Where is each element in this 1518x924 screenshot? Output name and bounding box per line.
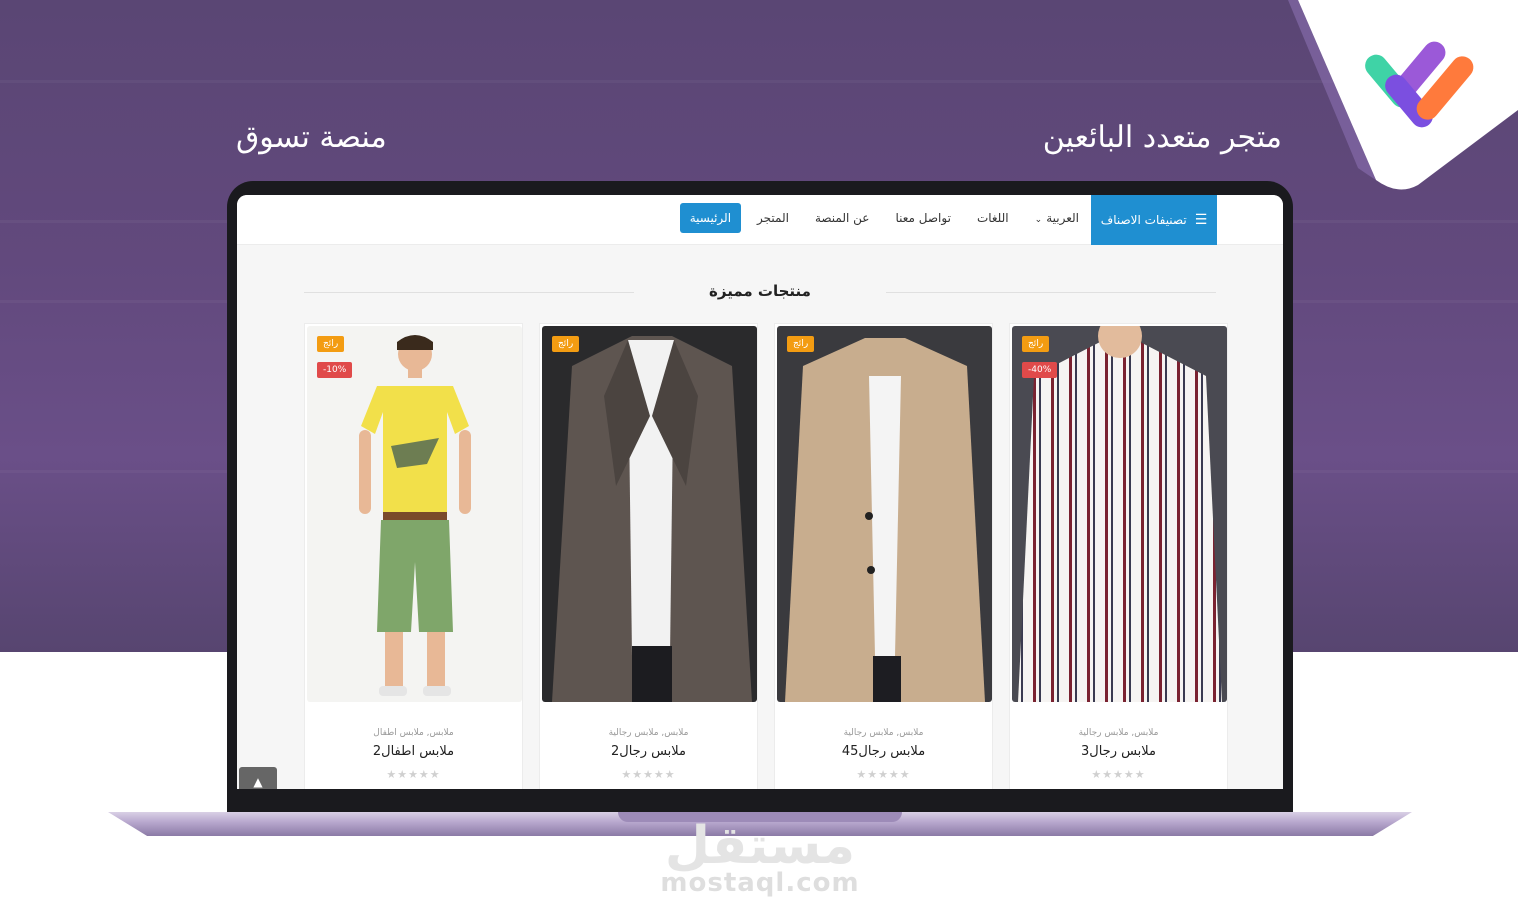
product-name[interactable]: ملابس رجال2 [540, 744, 757, 759]
product-name[interactable]: ملابس رجال3 [1010, 744, 1227, 759]
product-category[interactable]: ملابس, ملابس رجالية [775, 728, 992, 738]
product-image[interactable]: رائج [542, 326, 757, 702]
nav-item-arabic-dropdown[interactable]: العربية⌄ [1025, 203, 1089, 233]
product-name[interactable]: ملابس رجال45 [775, 744, 992, 759]
top-navbar: ☰ تصنيفات الاصناف الرئيسية المتجر عن الم… [237, 195, 1283, 245]
product-card[interactable]: رائج 10%- ملابس, ملابس اطفال ملابس اطفال… [304, 323, 523, 789]
product-category[interactable]: ملابس, ملابس اطفال [305, 728, 522, 738]
rating-stars: ★★★★★ [856, 768, 911, 781]
watermark-latin: mostaql.com [660, 868, 860, 898]
divider-left [304, 292, 634, 293]
divider-right [886, 292, 1216, 293]
watermark-arabic: مستقل [664, 816, 856, 876]
hero-title-left: منصة تسوق [236, 120, 387, 155]
laptop-screen: ☰ تصنيفات الاصناف الرئيسية المتجر عن الم… [237, 195, 1283, 789]
hero-title-right: متجر متعدد البائعين [1042, 120, 1282, 155]
chevron-up-icon: ▲ [253, 775, 263, 789]
brand-logo [1288, 0, 1518, 190]
product-image[interactable]: رائج 10%- [307, 326, 522, 702]
nav-item-home[interactable]: الرئيسية [679, 203, 742, 233]
rating-stars: ★★★★★ [1091, 768, 1146, 781]
sale-badge: 40%- [1022, 362, 1058, 378]
watermark: مستقل mostaql.com [640, 818, 880, 898]
nav-item-store[interactable]: المتجر [747, 203, 799, 233]
categories-button[interactable]: ☰ تصنيفات الاصناف [1091, 195, 1217, 245]
nav-item-arabic-label: العربية [1046, 211, 1079, 225]
product-grid: رائج 10%- ملابس, ملابس اطفال ملابس اطفال… [304, 323, 1229, 789]
product-image[interactable]: رائج 40%- [1012, 326, 1227, 702]
categories-label: تصنيفات الاصناف [1100, 213, 1187, 227]
nav-item-languages[interactable]: اللغات [967, 203, 1019, 233]
scroll-to-top-button[interactable]: ▲ [239, 767, 277, 789]
hot-badge: رائج [552, 336, 580, 352]
section-title: منتجات مميزة [695, 282, 825, 300]
product-card[interactable]: رائج 40%- ملابس, ملابس رجالية ملابس رجال… [1009, 323, 1228, 789]
section-header: منتجات مميزة [237, 281, 1283, 300]
product-image[interactable]: رائج [777, 326, 992, 702]
nav-item-about[interactable]: عن المنصة [805, 203, 880, 233]
product-category[interactable]: ملابس, ملابس رجالية [1010, 728, 1227, 738]
rating-stars: ★★★★★ [621, 768, 676, 781]
nav-menu: الرئيسية المتجر عن المنصة تواصل معنا الل… [679, 203, 1089, 233]
hot-badge: رائج [317, 336, 345, 352]
nav-item-contact[interactable]: تواصل معنا [885, 203, 960, 233]
hot-badge: رائج [787, 336, 815, 352]
sale-badge: 10%- [317, 362, 353, 378]
product-card[interactable]: رائج ملابس, ملابس رجالية ملابس رجال45 ★★… [774, 323, 993, 789]
product-card[interactable]: رائج ملابس, ملابس رجالية ملابس رجال2 ★★★… [539, 323, 758, 789]
hot-badge: رائج [1022, 336, 1050, 352]
rating-stars: ★★★★★ [386, 768, 441, 781]
product-category[interactable]: ملابس, ملابس رجالية [540, 728, 757, 738]
menu-icon: ☰ [1194, 212, 1208, 228]
product-name[interactable]: ملابس اطفال2 [305, 744, 522, 759]
chevron-down-icon: ⌄ [1034, 215, 1043, 225]
